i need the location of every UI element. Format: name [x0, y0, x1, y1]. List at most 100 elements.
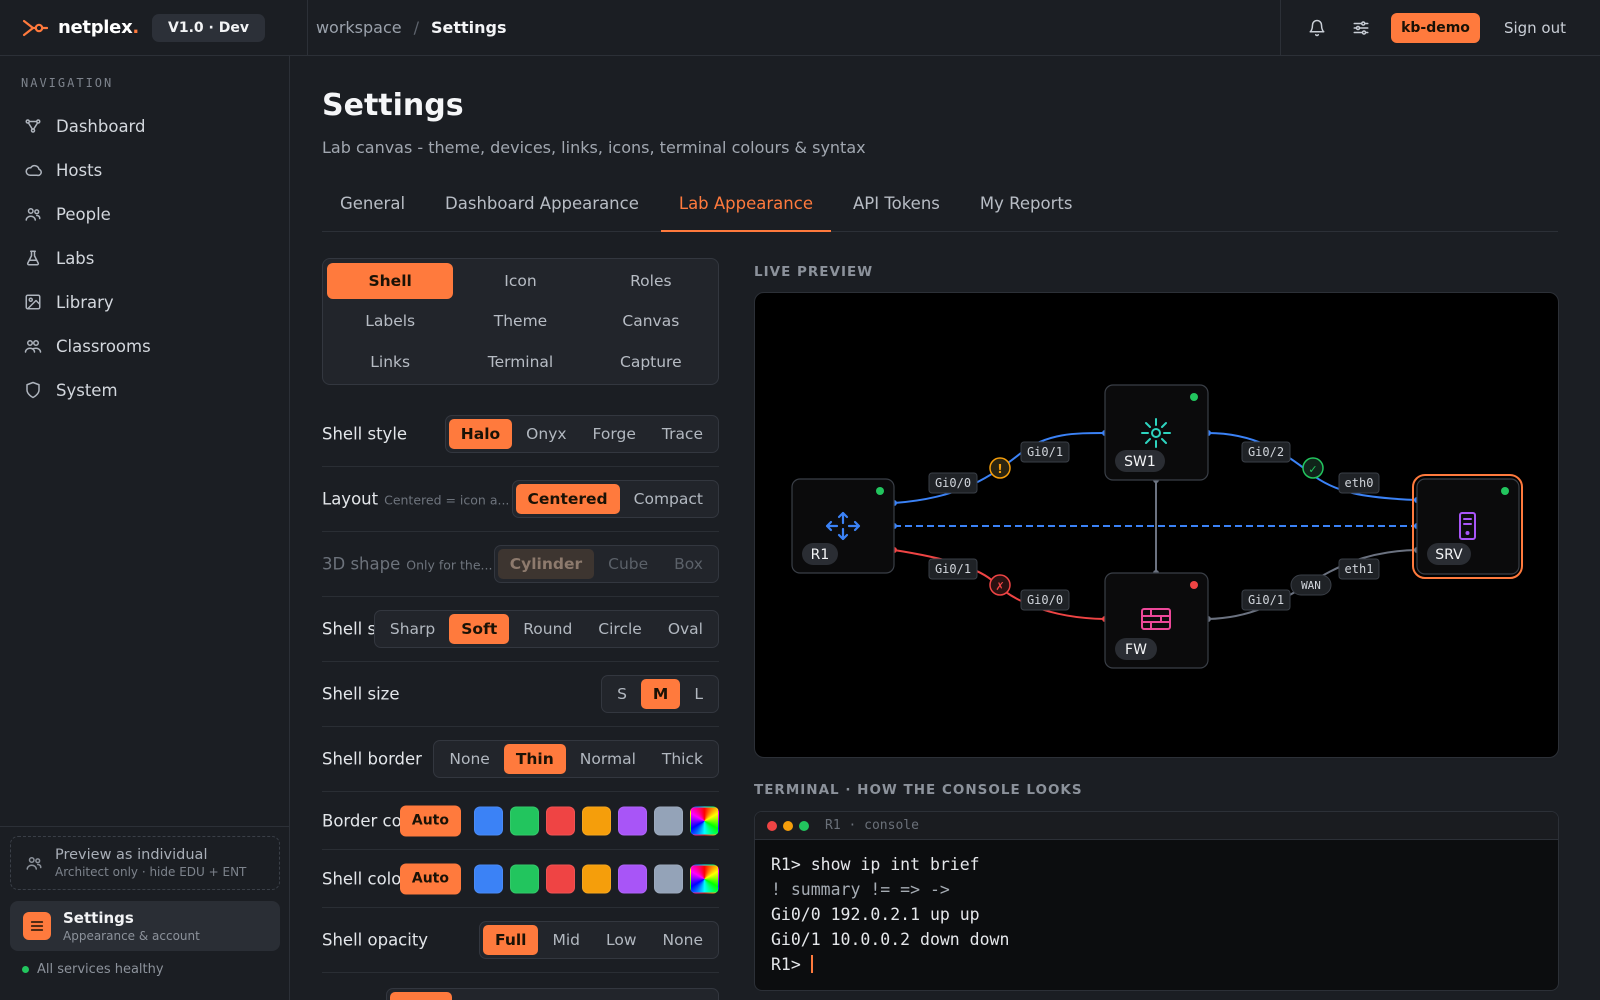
swatch-amber[interactable] — [582, 806, 611, 835]
option-opacity-mid[interactable]: Mid — [540, 925, 592, 955]
image-icon — [25, 294, 41, 310]
subnav-roles[interactable]: Roles — [588, 263, 714, 299]
swatch-blue[interactable] — [474, 864, 503, 893]
tab-general[interactable]: General — [322, 190, 423, 232]
port-label-r1-gi0-1: Gi0/1 — [928, 558, 978, 580]
minimize-dot — [783, 820, 793, 831]
subnav-terminal[interactable]: Terminal — [457, 344, 583, 380]
top-actions: kb-demo Sign out — [1280, 0, 1600, 56]
option-round[interactable]: Round — [511, 614, 584, 644]
option-size-l[interactable]: L — [682, 679, 715, 709]
shell-colour-label: Shell colou — [322, 869, 412, 888]
option-border-none[interactable]: None — [437, 744, 501, 774]
node-srv: SRV — [1412, 474, 1523, 579]
sidebar-item-labs[interactable]: Labs — [12, 236, 278, 280]
cloud-icon — [25, 164, 42, 177]
option-opacity-full[interactable]: Full — [483, 925, 539, 955]
warning-marker: ! — [989, 457, 1011, 479]
swatch-red[interactable] — [546, 864, 575, 893]
sidebar-settings-card[interactable]: Settings Appearance & account — [10, 901, 280, 951]
swatch-blue[interactable] — [474, 806, 503, 835]
swatch-purple[interactable] — [618, 864, 647, 893]
link-label-wan: WAN — [1290, 574, 1332, 596]
swatch-purple[interactable] — [618, 806, 647, 835]
subnav-labels[interactable]: Labels — [327, 303, 453, 339]
option-opacity-low[interactable]: Low — [594, 925, 649, 955]
svg-text:R1: R1 — [811, 547, 830, 563]
sliders-icon — [30, 921, 44, 931]
preview-as-individual-button[interactable]: Preview as individual Architect only · h… — [10, 836, 280, 890]
settings-card-title: Settings — [63, 909, 134, 927]
option-opacity-none[interactable]: None — [651, 925, 715, 955]
subnav-capture[interactable]: Capture — [588, 344, 714, 380]
shell-colour-auto-button[interactable]: Auto — [399, 863, 461, 894]
tab-dashboard-appearance[interactable]: Dashboard Appearance — [427, 190, 657, 232]
svg-text:eth1: eth1 — [1345, 562, 1374, 576]
subnav-canvas[interactable]: Canvas — [588, 303, 714, 339]
sidebar-item-classrooms[interactable]: Classrooms — [12, 324, 278, 368]
subnav-theme[interactable]: Theme — [457, 303, 583, 339]
sign-out-link[interactable]: Sign out — [1504, 19, 1566, 37]
option-cylinder: Cylinder — [497, 549, 595, 579]
subnav-icon[interactable]: Icon — [457, 263, 583, 299]
user-badge[interactable]: kb-demo — [1391, 13, 1480, 43]
bell-icon — [1309, 19, 1325, 37]
swatch-amber[interactable] — [582, 864, 611, 893]
nav-list: Dashboard Hosts People Labs Library Clas… — [12, 104, 278, 412]
terminal-heading: TERMINAL · HOW THE CONSOLE LOOKS — [754, 782, 1083, 798]
custom-colour-picker[interactable] — [690, 864, 719, 893]
brand[interactable]: netplex. — [0, 17, 152, 38]
option-size-s[interactable]: S — [605, 679, 639, 709]
border-colour-auto-button[interactable]: Auto — [399, 805, 461, 836]
option-box: Box — [674, 555, 703, 573]
sidebar-item-people[interactable]: People — [12, 192, 278, 236]
3d-shape-label: 3D shape Only for the... — [322, 554, 493, 574]
option-border-thick[interactable]: Thick — [650, 744, 715, 774]
subnav-shell[interactable]: Shell — [327, 263, 454, 300]
preview-title: Preview as individual — [55, 847, 208, 863]
custom-colour-picker[interactable] — [690, 806, 719, 835]
breadcrumb-workspace[interactable]: workspace — [316, 18, 402, 37]
option-trace[interactable]: Trace — [650, 419, 715, 449]
option-halo[interactable]: Halo — [448, 419, 513, 449]
option-onyx[interactable]: Onyx — [514, 419, 578, 449]
option-centered[interactable]: Centered — [515, 484, 620, 514]
brand-name: netplex. — [58, 17, 139, 38]
port-label-fw-gi0-0: Gi0/0 — [1020, 589, 1070, 611]
classroom-icon — [24, 340, 42, 353]
option-border-normal[interactable]: Normal — [568, 744, 648, 774]
terminal-title: R1 · console — [825, 818, 919, 833]
option-sharp[interactable]: Sharp — [378, 614, 447, 644]
option-size-m[interactable]: M — [640, 679, 681, 709]
sidebar-item-dashboard[interactable]: Dashboard — [12, 104, 278, 148]
tab-my-reports[interactable]: My Reports — [962, 190, 1091, 232]
option-compact[interactable]: Compact — [622, 484, 715, 514]
sidebar-item-system[interactable]: System — [12, 368, 278, 412]
option-forge[interactable]: Forge — [581, 419, 648, 449]
swatch-green[interactable] — [510, 806, 539, 835]
notifications-button[interactable] — [1301, 12, 1333, 44]
option-oval[interactable]: Oval — [656, 614, 715, 644]
topology-preview: Gi0/0 Gi0/1 Gi0/2 eth0 Gi0/1 Gi0/0 Gi0/1… — [791, 384, 1523, 669]
sidebar-item-hosts[interactable]: Hosts — [12, 148, 278, 192]
tab-api-tokens[interactable]: API Tokens — [835, 190, 958, 232]
port-label-srv-eth0: eth0 — [1338, 472, 1380, 494]
breadcrumb-current: Settings — [431, 18, 507, 37]
sidebar: NAVIGATION Dashboard Hosts People Labs L… — [0, 56, 290, 1000]
swatch-slate[interactable] — [654, 864, 683, 893]
status-dot — [22, 966, 29, 973]
option-border-thin[interactable]: Thin — [503, 744, 566, 774]
option-soft[interactable]: Soft — [449, 614, 510, 644]
sidebar-item-library[interactable]: Library — [12, 280, 278, 324]
swatch-slate[interactable] — [654, 806, 683, 835]
subnav-links[interactable]: Links — [327, 344, 453, 380]
option-circle[interactable]: Circle — [586, 614, 654, 644]
border-colour-swatches: Auto — [399, 805, 719, 836]
swatch-green[interactable] — [510, 864, 539, 893]
swatch-red[interactable] — [546, 806, 575, 835]
terminal-line: Gi0/1 10.0.0.2 down down — [771, 930, 1010, 949]
version-badge[interactable]: V1.0 · Dev — [152, 13, 265, 42]
shell-shape-row: Shell s Sharp Soft Round Circle Oval — [322, 597, 719, 662]
tab-lab-appearance[interactable]: Lab Appearance — [660, 190, 831, 232]
preferences-button[interactable] — [1345, 12, 1377, 44]
